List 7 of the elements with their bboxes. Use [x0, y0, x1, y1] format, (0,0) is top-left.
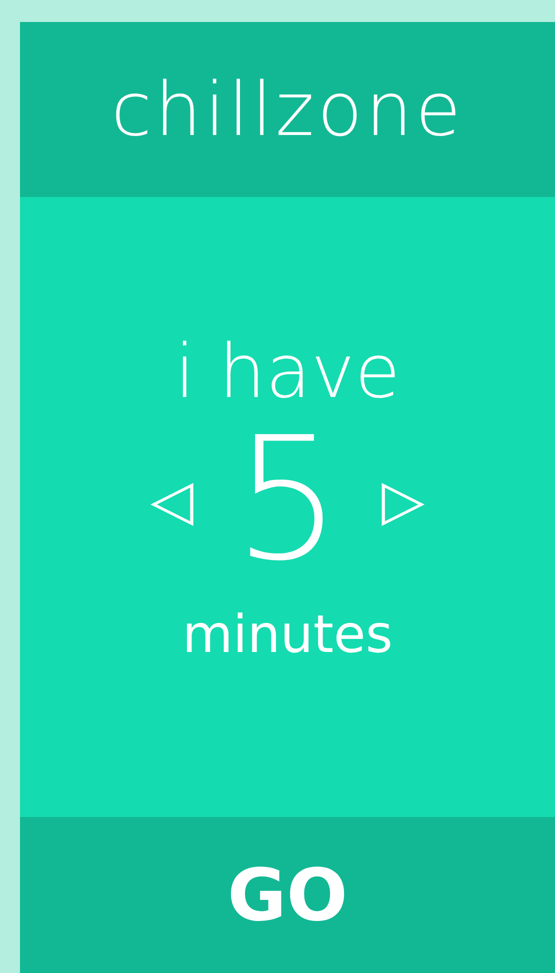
increase-button[interactable]: ▷ — [382, 468, 425, 532]
timer-prefix: i have — [174, 329, 400, 415]
decrease-button[interactable]: ◁ — [150, 468, 194, 532]
minutes-value: 5 — [233, 415, 342, 585]
app-title: chillzone — [111, 66, 464, 152]
go-button[interactable]: GO — [20, 817, 555, 973]
timer-unit: minutes — [182, 605, 393, 665]
